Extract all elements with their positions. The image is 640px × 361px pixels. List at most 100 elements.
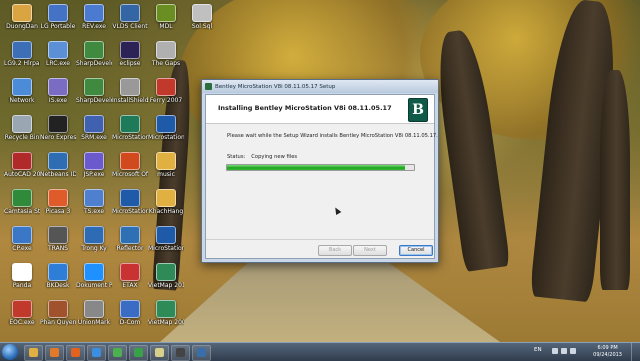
app-icon	[84, 300, 104, 318]
taskbar-app-button[interactable]	[87, 345, 106, 361]
taskbar-app-button[interactable]	[24, 345, 43, 361]
desktop-icon[interactable]: CP.exe	[4, 226, 40, 252]
app-icon	[84, 115, 104, 133]
network-icon[interactable]	[561, 348, 567, 354]
show-desktop-button[interactable]	[631, 343, 640, 361]
desktop-icon[interactable]: Dokument Pro	[76, 263, 112, 289]
install-message: Please wait while the Setup Wizard insta…	[227, 133, 438, 139]
status-value: Copying new files	[251, 154, 298, 160]
app-icon	[48, 226, 68, 244]
desktop-icon-label: DuongDan	[6, 23, 38, 30]
desktop-icon[interactable]: Nero Express	[40, 115, 76, 141]
desktop-icon[interactable]: Reflector	[112, 226, 148, 252]
desktop-icon[interactable]: Microstation 8i	[148, 115, 184, 141]
app-icon	[156, 78, 176, 96]
desktop-icon[interactable]: LG Portable	[40, 4, 76, 30]
desktop-icon-label: MicroStation 2013	[112, 134, 148, 141]
desktop-icon[interactable]: VietMap 2013	[148, 263, 184, 289]
desktop-icon[interactable]: REV.exe	[76, 4, 112, 30]
desktop-icon[interactable]: The Gaps	[148, 41, 184, 67]
desktop-icon[interactable]: MicroStation 8i	[112, 189, 148, 215]
desktop-icon[interactable]: TS.exe	[76, 189, 112, 215]
desktop-icon[interactable]: InstallShield 2009	[112, 78, 148, 104]
desktop-icon-label: AutoCAD 2007	[4, 171, 40, 178]
desktop-icon[interactable]: eclipse	[112, 41, 148, 67]
taskbar-app-button[interactable]	[108, 345, 127, 361]
desktop-icon-label: MicroStation 8i	[112, 208, 148, 215]
app-icon	[12, 226, 32, 244]
start-button[interactable]	[2, 344, 18, 360]
desktop-icon-label: SharpDevelop 4.1	[76, 60, 112, 67]
desktop-icon[interactable]: TRANS	[40, 226, 76, 252]
taskbar-app-button[interactable]	[150, 345, 169, 361]
desktop-icon-label: Microstation 8i	[148, 134, 184, 141]
desktop-icon[interactable]: EOC.exe	[4, 300, 40, 326]
desktop-icon[interactable]: VietMap 2008	[148, 300, 184, 326]
desktop-icon-label: LRC.exe	[46, 60, 70, 67]
desktop-icon[interactable]: IS.exe	[40, 78, 76, 104]
tray-arrow-icon[interactable]	[552, 348, 558, 354]
desktop-icon[interactable]: BKDesk	[40, 263, 76, 289]
desktop-icon[interactable]: Picasa 3	[40, 189, 76, 215]
taskbar-app-button[interactable]	[66, 345, 85, 361]
desktop-icon[interactable]: Panda	[4, 263, 40, 289]
desktop-icon[interactable]: MicroStation 2013	[112, 115, 148, 141]
desktop-icon[interactable]: Sol Sql	[184, 4, 220, 30]
desktop-icon[interactable]: ETAX	[112, 263, 148, 289]
app-icon	[48, 189, 68, 207]
app-icon	[48, 78, 68, 96]
desktop-icon[interactable]: SharpDevelop 4.1	[76, 41, 112, 67]
desktop-icon[interactable]: MDL	[148, 4, 184, 30]
desktop-icon-label: CP.exe	[12, 245, 32, 252]
button-bar: Back Next Cancel	[206, 239, 434, 258]
film-icon	[176, 348, 185, 357]
desktop-icon[interactable]: Microsoft Office	[112, 152, 148, 178]
desktop-icon[interactable]: music	[148, 152, 184, 178]
desktop-icon[interactable]: KhachHang	[148, 189, 184, 215]
desktop-icon[interactable]: VLDS Client	[112, 4, 148, 30]
desktop-icon-label: VietMap 2008	[148, 319, 184, 326]
desktop-icon[interactable]: SRM.exe	[76, 115, 112, 141]
app-icon	[84, 152, 104, 170]
desktop-icon-label: Reflector	[116, 245, 144, 252]
volume-icon[interactable]	[570, 348, 576, 354]
desktop-icon[interactable]: SharpDevelop 4.1	[76, 78, 112, 104]
desktop-icon[interactable]: Ferry 2007	[148, 78, 184, 104]
desktop-icon[interactable]: Netbeans IDE 7.3	[40, 152, 76, 178]
installer-header: Installing Bentley MicroStation V8i 08.1…	[206, 95, 434, 124]
cancel-button[interactable]: Cancel	[399, 245, 433, 256]
taskbar-app-button[interactable]	[192, 345, 211, 361]
app-icon	[12, 4, 32, 22]
setup-icon	[205, 83, 212, 90]
back-button[interactable]: Back	[318, 245, 352, 256]
desktop-icon[interactable]: LRC.exe	[40, 41, 76, 67]
clock-time: 6:09 PM	[597, 345, 618, 351]
language-indicator[interactable]: EN	[534, 347, 542, 353]
app-icon	[12, 41, 32, 59]
app-icon	[48, 300, 68, 318]
app-icon	[48, 115, 68, 133]
desktop-icon[interactable]: Camtasia Studio 7	[4, 189, 40, 215]
taskbar-app-button[interactable]	[171, 345, 190, 361]
desktop-icon[interactable]: D-Com	[112, 300, 148, 326]
taskbar-app-button[interactable]	[129, 345, 148, 361]
desktop-icon[interactable]: AutoCAD 2007	[4, 152, 40, 178]
desktop-icon-label: Nero Express	[40, 134, 76, 141]
desktop-icon[interactable]: Network	[4, 78, 40, 104]
taskbar-app-button[interactable]	[45, 345, 64, 361]
desktop-icon[interactable]: Trong Ky	[76, 226, 112, 252]
desktop-icon[interactable]: DuongDan	[4, 4, 40, 30]
desktop-icon[interactable]: LG9.2 Hlrpad	[4, 41, 40, 67]
next-button[interactable]: Next	[353, 245, 387, 256]
app-icon	[120, 300, 140, 318]
desktop-icon[interactable]: JSP.exe	[76, 152, 112, 178]
desktop-icon[interactable]: Phan Quyen	[40, 300, 76, 326]
desktop-icon[interactable]: Recycle Bin	[4, 115, 40, 141]
window-titlebar[interactable]: Bentley MicroStation V8i 08.11.05.17 Set…	[202, 80, 438, 93]
desktop-icon-label: VietMap 2013	[148, 282, 184, 289]
desktop-icon[interactable]: UnionMark	[76, 300, 112, 326]
desktop-icon[interactable]: MicroStation V8i XM	[148, 226, 184, 252]
desktop-icon-label: InstallShield 2009	[112, 97, 148, 104]
app-icon	[156, 300, 176, 318]
clock[interactable]: 6:09 PM 09/24/2013	[593, 345, 622, 359]
